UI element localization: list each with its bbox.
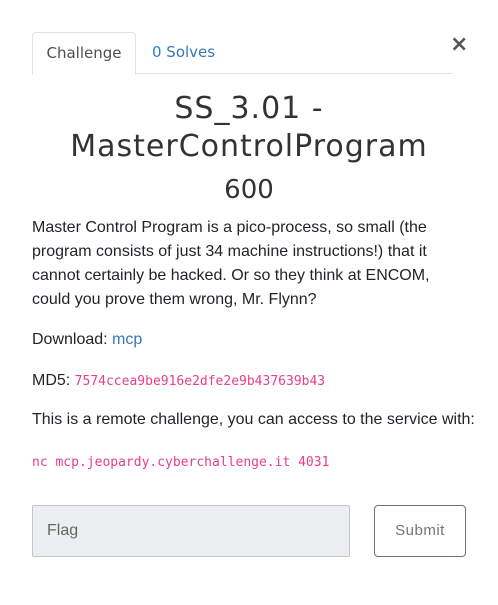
challenge-title-line2: MasterControlProgram bbox=[70, 129, 428, 164]
tab-bar: Challenge 0 Solves bbox=[32, 32, 452, 75]
close-icon[interactable]: × bbox=[450, 32, 468, 58]
tab-solves[interactable]: 0 Solves bbox=[136, 32, 231, 74]
challenge-title-line1: SS_3.01 - bbox=[174, 91, 324, 126]
download-link[interactable]: mcp bbox=[112, 331, 142, 348]
challenge-description: Master Control Program is a pico-process… bbox=[32, 219, 430, 308]
command-code: nc mcp.jeopardy.cyberchallenge.it 4031 bbox=[32, 455, 330, 470]
md5-value: 7574ccea9be916e2dfe2e9b437639b43 bbox=[74, 374, 326, 389]
challenge-title: SS_3.01 - MasterControlProgram bbox=[0, 90, 498, 166]
remote-text: This is a remote challenge, you can acce… bbox=[32, 411, 475, 428]
tab-challenge[interactable]: Challenge bbox=[32, 32, 136, 75]
command-line: nc mcp.jeopardy.cyberchallenge.it 4031 bbox=[32, 450, 329, 475]
md5-line: MD5: 7574ccea9be916e2dfe2e9b437639b43 bbox=[32, 369, 325, 394]
download-line: Download: mcp bbox=[32, 328, 142, 352]
flag-input[interactable]: Flag bbox=[32, 505, 350, 557]
challenge-value: 600 bbox=[224, 175, 274, 205]
submit-button[interactable]: Submit bbox=[374, 505, 466, 557]
download-label: Download: bbox=[32, 331, 113, 348]
md5-label: MD5: bbox=[32, 372, 75, 389]
